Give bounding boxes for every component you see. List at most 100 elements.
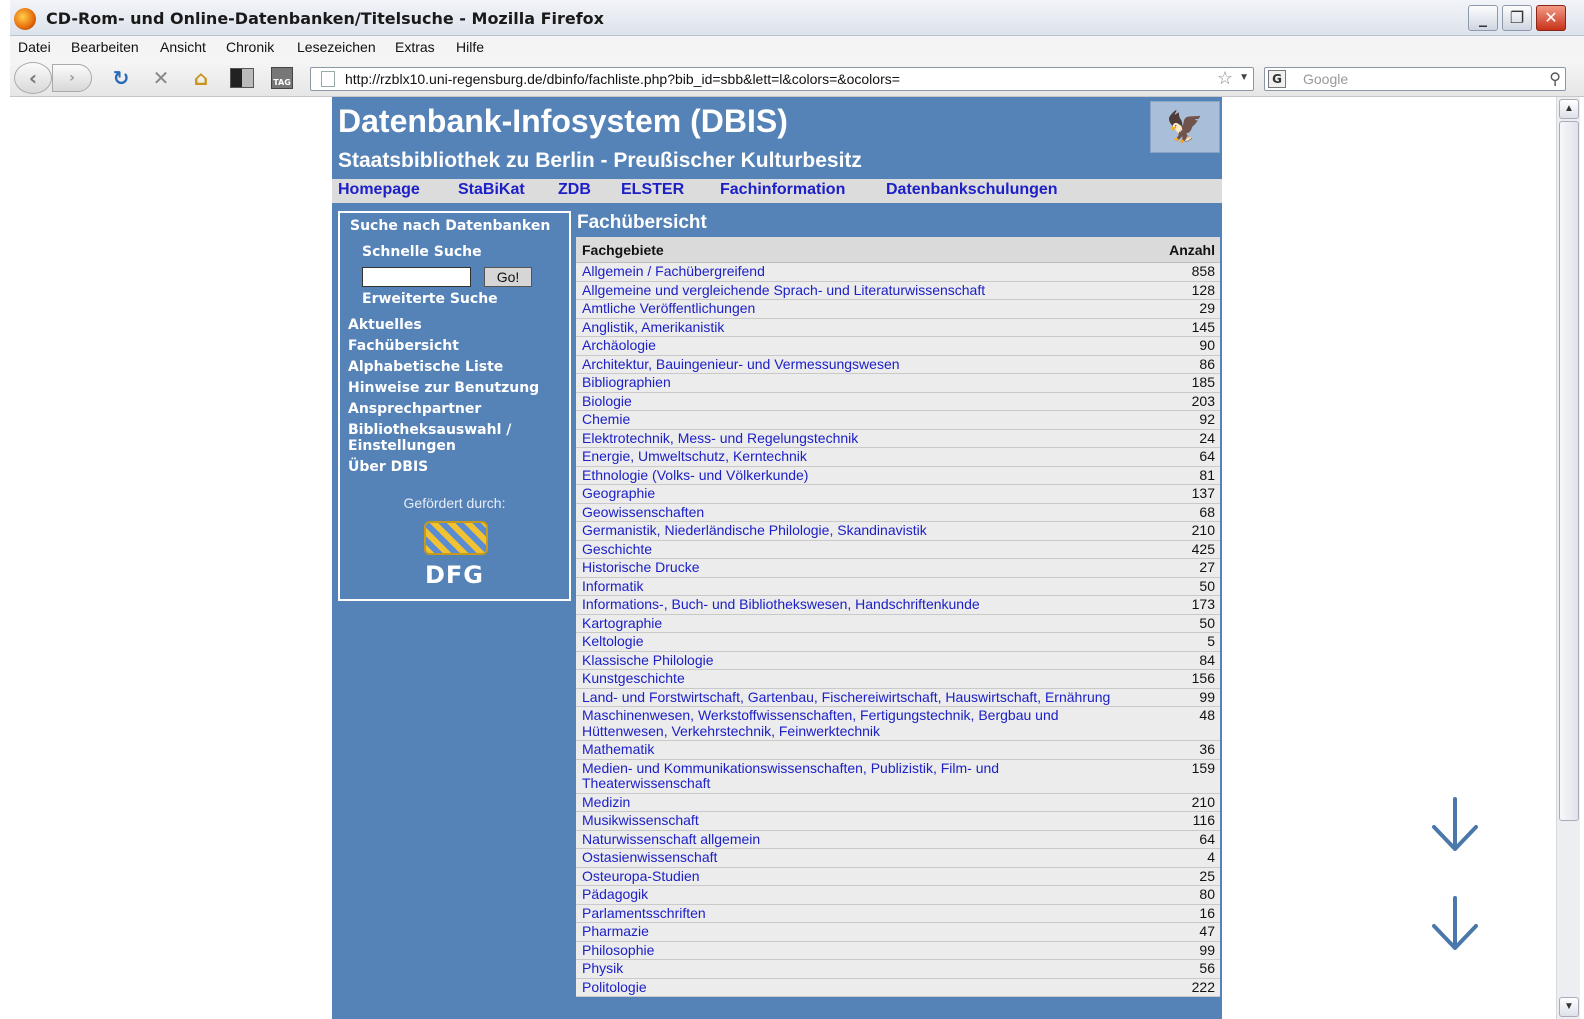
subject-link[interactable]: Energie, Umweltschutz, Kerntechnik: [576, 448, 1220, 466]
home-icon: ⌂: [193, 66, 209, 90]
table-row: Philosophie 99: [576, 941, 1220, 960]
subject-count: 185: [1191, 374, 1215, 390]
subject-link[interactable]: Land- und Forstwirtschaft, Gartenbau, Fi…: [576, 689, 1220, 707]
subject-link[interactable]: Archäologie: [576, 337, 1220, 355]
reload-button[interactable]: ↻: [108, 64, 134, 92]
col-header-count: Anzahl: [1169, 242, 1215, 258]
quick-search-label: Schnelle Suche: [362, 244, 482, 260]
subject-link[interactable]: Klassische Philologie: [576, 652, 1220, 670]
subject-link[interactable]: Geschichte: [576, 541, 1220, 559]
vertical-scrollbar[interactable]: ▲ ▼: [1556, 97, 1580, 1019]
subject-count: 47: [1199, 923, 1215, 939]
menu-bearbeiten[interactable]: Bearbeiten: [71, 39, 139, 55]
subject-link[interactable]: Medien- und Kommunikationswissenschaften…: [576, 760, 1220, 793]
sidebar-item-hinweise[interactable]: Hinweise zur Benutzung: [348, 380, 558, 396]
menu-chronik[interactable]: Chronik: [226, 39, 274, 55]
nav-datenbankschulungen[interactable]: Datenbankschulungen: [886, 181, 1058, 199]
subject-link[interactable]: Kunstgeschichte: [576, 670, 1220, 688]
subject-link[interactable]: Ostasienwissenschaft: [576, 849, 1220, 867]
nav-homepage[interactable]: Homepage: [338, 181, 420, 199]
subject-link[interactable]: Historische Drucke: [576, 559, 1220, 577]
table-row: Medien- und Kommunikationswissenschaften…: [576, 759, 1220, 794]
subject-link[interactable]: Physik: [576, 960, 1220, 978]
forward-button[interactable]: ›: [52, 64, 92, 92]
sidebar-item-aktuelles[interactable]: Aktuelles: [348, 317, 558, 333]
url-text[interactable]: http://rzblx10.uni-regensburg.de/dbinfo/…: [345, 71, 900, 87]
search-bar[interactable]: G Google ⚲: [1264, 67, 1566, 91]
subject-link[interactable]: Musikwissenschaft: [576, 812, 1220, 830]
subject-link[interactable]: Allgemeine und vergleichende Sprach- und…: [576, 282, 1220, 300]
sidebar-item-ansprechpartner[interactable]: Ansprechpartner: [348, 401, 558, 417]
sidebar-item-bibliotheksauswahl[interactable]: Bibliotheksauswahl / Einstellungen: [348, 422, 558, 454]
subject-link[interactable]: Bibliographien: [576, 374, 1220, 392]
search-icon[interactable]: ⚲: [1549, 69, 1561, 89]
stop-button[interactable]: ✕: [148, 64, 174, 92]
subject-link[interactable]: Biologie: [576, 393, 1220, 411]
navigation-toolbar: › ‹ ↻ ✕ ⌂ TAG http://rzblx10.uni-regensb…: [10, 60, 1584, 97]
nav-elster[interactable]: ELSTER: [621, 181, 684, 199]
table-row: Pharmazie 47: [576, 923, 1220, 942]
subject-link[interactable]: Politologie: [576, 979, 1220, 997]
menu-hilfe[interactable]: Hilfe: [456, 39, 484, 55]
home-button[interactable]: ⌂: [188, 64, 214, 92]
menu-extras[interactable]: Extras: [395, 39, 435, 55]
subject-link[interactable]: Philosophie: [576, 942, 1220, 960]
subject-link[interactable]: Ethnologie (Volks- und Völkerkunde): [576, 467, 1220, 485]
subject-link[interactable]: Informatik: [576, 578, 1220, 596]
search-engine-icon[interactable]: G: [1268, 70, 1286, 88]
subject-link[interactable]: Maschinenwesen, Werkstoffwissenschaften,…: [576, 707, 1220, 740]
sidebar-item-fachuebersicht[interactable]: Fachübersicht: [348, 338, 558, 354]
bookmark-star-icon[interactable]: ☆: [1217, 68, 1233, 89]
menu-lesezeichen[interactable]: Lesezeichen: [297, 39, 376, 55]
close-button[interactable]: ✕: [1536, 5, 1566, 31]
url-bar[interactable]: http://rzblx10.uni-regensburg.de/dbinfo/…: [310, 67, 1254, 91]
table-row: Keltologie 5: [576, 633, 1220, 652]
scroll-thumb[interactable]: [1559, 121, 1579, 821]
subject-link[interactable]: Chemie: [576, 411, 1220, 429]
search-placeholder[interactable]: Google: [1303, 71, 1348, 87]
nav-zdb[interactable]: ZDB: [558, 181, 591, 199]
nav-stabikat[interactable]: StaBiKat: [458, 181, 525, 199]
subject-link[interactable]: Elektrotechnik, Mess- und Regelungstechn…: [576, 430, 1220, 448]
subject-link[interactable]: Parlamentsschriften: [576, 905, 1220, 923]
subject-link[interactable]: Kartographie: [576, 615, 1220, 633]
menu-ansicht[interactable]: Ansicht: [160, 39, 206, 55]
nav-fachinformation[interactable]: Fachinformation: [720, 181, 845, 199]
search-input[interactable]: [362, 267, 471, 287]
addon-button[interactable]: [228, 64, 256, 92]
subject-link[interactable]: Osteuropa-Studien: [576, 868, 1220, 886]
sidebar-item-alphabetische-liste[interactable]: Alphabetische Liste: [348, 359, 558, 375]
subject-link[interactable]: Keltologie: [576, 633, 1220, 651]
subject-link[interactable]: Anglistik, Amerikanistik: [576, 319, 1220, 337]
back-button[interactable]: ‹: [14, 62, 52, 94]
subject-link[interactable]: Pharmazie: [576, 923, 1220, 941]
subject-link[interactable]: Pädagogik: [576, 886, 1220, 904]
subject-count: 92: [1199, 411, 1215, 427]
table-row: Naturwissenschaft allgemein 64: [576, 830, 1220, 849]
subject-link[interactable]: Amtliche Veröffentlichungen: [576, 300, 1220, 318]
subject-link[interactable]: Informations-, Buch- und Bibliothekswese…: [576, 596, 1220, 614]
menu-datei[interactable]: Datei: [18, 39, 51, 55]
scroll-up-icon[interactable]: ▲: [1559, 99, 1579, 119]
advanced-search-link[interactable]: Erweiterte Suche: [362, 291, 498, 307]
table-row: Musikwissenschaft 116: [576, 812, 1220, 831]
subject-link[interactable]: Germanistik, Niederländische Philologie,…: [576, 522, 1220, 540]
subject-link[interactable]: Mathematik: [576, 741, 1220, 759]
subject-count: 203: [1191, 392, 1215, 409]
go-button[interactable]: Go!: [484, 267, 532, 287]
sidebar-item-ueber-dbis[interactable]: Über DBIS: [348, 459, 558, 475]
scroll-down-icon[interactable]: ▼: [1559, 997, 1579, 1017]
maximize-button[interactable]: ❐: [1502, 5, 1532, 31]
table-row: Biologie 203: [576, 392, 1220, 411]
subject-link[interactable]: Naturwissenschaft allgemein: [576, 831, 1220, 849]
minimize-button[interactable]: _: [1468, 5, 1498, 31]
tag-button[interactable]: TAG: [268, 64, 296, 92]
subject-link[interactable]: Geowissenschaften: [576, 504, 1220, 522]
subject-link[interactable]: Architektur, Bauingenieur- und Vermessun…: [576, 356, 1220, 374]
subject-link[interactable]: Geographie: [576, 485, 1220, 503]
subject-count: 24: [1199, 429, 1215, 446]
bavaria-crest-icon: [424, 521, 488, 555]
subject-link[interactable]: Medizin: [576, 794, 1220, 812]
subject-link[interactable]: Allgemein / Fachübergreifend: [576, 263, 1220, 281]
url-dropdown-icon[interactable]: ▼: [1239, 72, 1249, 83]
